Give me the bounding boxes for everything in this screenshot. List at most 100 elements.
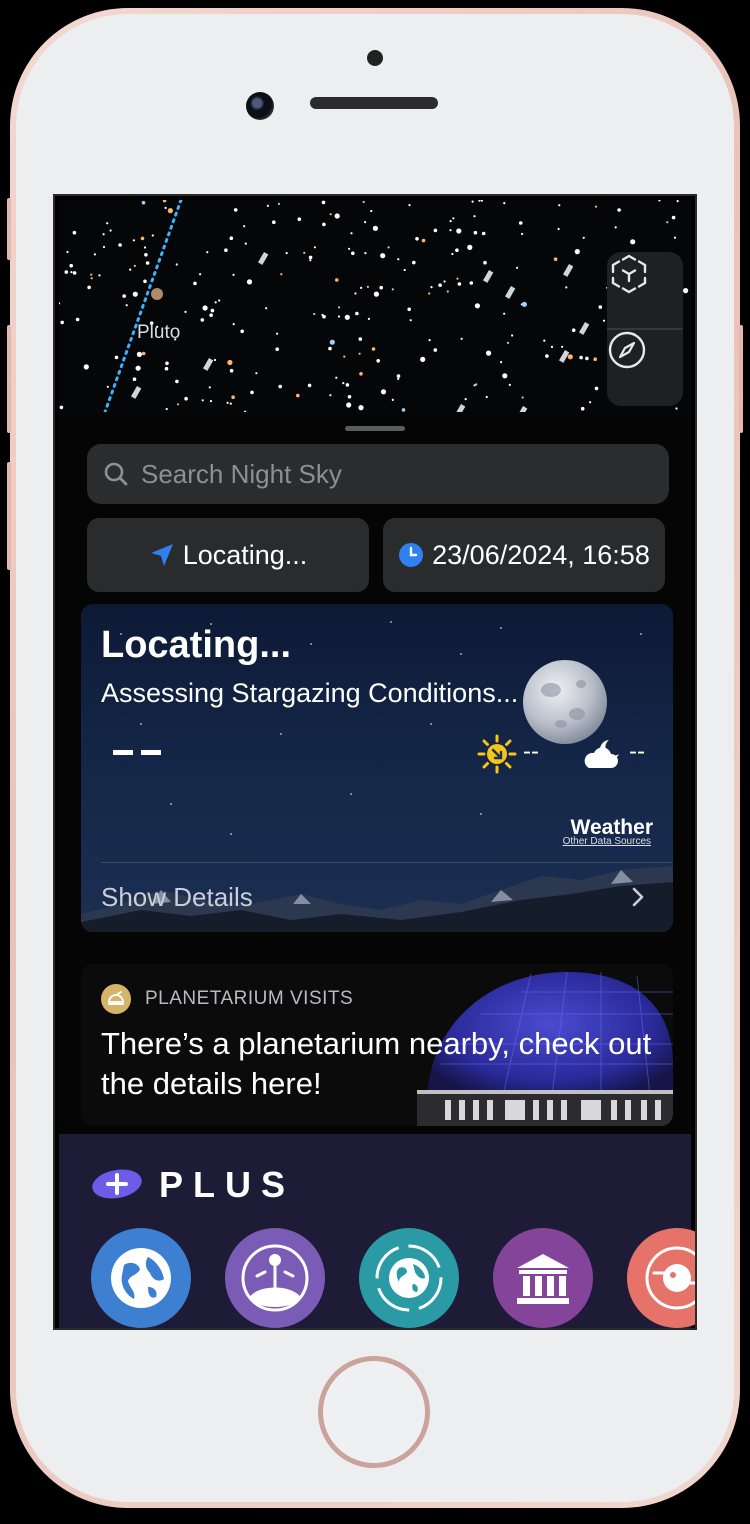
satellite-marker[interactable] [455,404,466,412]
star [132,239,135,242]
datetime-button[interactable]: 23/06/2024, 16:58 [383,518,665,592]
star [574,249,580,255]
plus-section: PLUS [59,1134,695,1328]
plus-feature-globe-orbit[interactable] [225,1228,325,1328]
star [176,403,180,406]
star [360,286,363,289]
stargazing-conditions-card[interactable]: Locating... Assessing Stargazing Conditi… [81,604,673,932]
star [503,312,506,315]
star [275,347,279,351]
star-field[interactable] [59,200,691,412]
star [473,384,476,387]
pluto-label[interactable]: Pluto [137,322,180,344]
view-mode-button[interactable] [607,252,683,328]
star [521,301,527,307]
star [550,345,554,348]
star [132,377,137,381]
observatory-icon [108,991,124,1005]
star [412,260,416,265]
star [307,383,312,388]
star [451,252,454,256]
sheet-drag-handle[interactable] [345,426,405,431]
star [346,402,352,408]
star [579,355,583,360]
star [229,236,234,240]
star [106,385,109,388]
star [473,215,476,218]
star [354,292,357,295]
plus-feature-globe-rotate[interactable] [359,1228,459,1328]
star [208,386,211,389]
star [276,332,279,335]
app-screen: Pluto Search Night Sky Locating... 23/06… [53,194,697,1330]
star [358,352,361,355]
star [594,205,598,208]
star [229,402,232,405]
satellite-marker[interactable] [563,263,574,277]
star [335,376,338,379]
satellite-marker[interactable] [482,270,494,283]
satellite-marker[interactable] [258,252,269,265]
star [135,365,141,371]
star [558,204,561,207]
cube-view-icon [611,254,647,294]
star [231,395,235,399]
star [246,279,253,285]
search-bar[interactable]: Search Night Sky [87,444,669,504]
volume-up-button [7,325,11,433]
star [280,273,283,276]
chevron-right-icon[interactable] [631,886,645,908]
plus-feature-globe[interactable] [91,1228,191,1328]
star [255,372,258,375]
star [376,359,381,363]
star [141,351,146,356]
star [521,232,524,236]
other-data-sources-link[interactable]: Other Data Sources [563,836,651,847]
star [358,405,364,411]
star [683,288,689,294]
proximity-sensor [367,50,383,66]
star [328,346,332,351]
satellite-marker[interactable] [505,286,516,299]
plus-feature-museum[interactable] [493,1228,593,1328]
star [391,398,394,401]
star [175,263,178,266]
sky-view[interactable]: Pluto [59,200,691,412]
star [407,307,412,312]
location-button[interactable]: Locating... [87,518,369,592]
star [364,252,367,255]
star [449,229,452,232]
star [471,200,474,203]
compass-button[interactable] [607,330,683,406]
search-input[interactable]: Search Night Sky [141,459,342,490]
star [474,303,480,309]
star [370,209,373,213]
planetarium-card[interactable]: PLANETARIUM VISITS There’s a planetarium… [81,964,673,1126]
show-details-label[interactable]: Show Details [101,882,253,913]
star [60,320,64,325]
star [396,374,401,378]
star [313,312,316,316]
home-button[interactable] [318,1356,430,1468]
star [329,394,332,397]
pluto-marker[interactable] [151,288,163,300]
conditions-subtitle: Assessing Stargazing Conditions... [101,678,519,708]
datetime-label: 23/06/2024, 16:58 [432,539,650,570]
star [355,311,359,316]
star [543,339,546,342]
star [557,227,560,231]
star [125,304,128,307]
plus-feature-planet[interactable] [627,1228,695,1328]
night-forecast-value: -- [629,738,645,765]
star [449,220,452,223]
star [455,248,459,252]
star [348,247,351,250]
star [296,393,300,398]
conditions-title: Locating... [101,624,291,666]
satellite-marker[interactable] [131,386,142,399]
satellite-marker[interactable] [203,358,214,371]
satellite-marker[interactable] [579,322,590,335]
star [143,279,147,284]
star [106,222,109,225]
star [272,220,276,224]
